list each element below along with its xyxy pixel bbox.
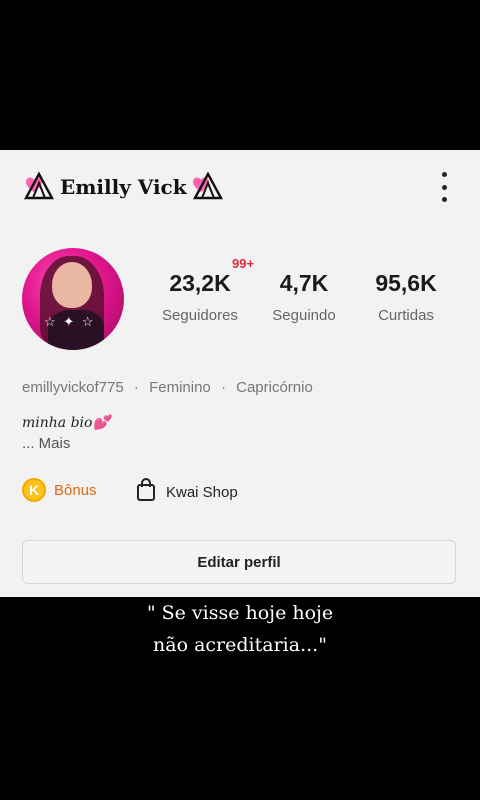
caption-line: " Se visse hoje hoje bbox=[146, 602, 334, 624]
shopping-bag-icon bbox=[136, 478, 156, 507]
edit-profile-button[interactable]: Editar perfil bbox=[22, 540, 456, 584]
meta-separator: · bbox=[133, 379, 139, 396]
kwai-shop-button[interactable]: Kwai Shop bbox=[136, 478, 238, 507]
stat-followers[interactable]: 23,2K Seguidores bbox=[155, 270, 245, 324]
caption-line: não acreditaria..." bbox=[153, 634, 327, 656]
more-options-icon[interactable] bbox=[438, 172, 450, 202]
stat-label: Curtidas bbox=[378, 307, 434, 324]
profile-sign: Capricórnio bbox=[236, 379, 313, 396]
bonus-button[interactable]: K Bônus bbox=[22, 478, 97, 502]
profile-display-name: Emilly Vick bbox=[60, 175, 187, 199]
profile-meta: emillyvickof775 · Feminino · Capricórnio bbox=[22, 379, 313, 396]
bio-more-link[interactable]: ... Mais bbox=[22, 435, 70, 452]
stat-label: Seguindo bbox=[272, 307, 336, 324]
profile-header: Emilly Vick bbox=[22, 168, 225, 206]
profile-gender: Feminino bbox=[149, 379, 211, 396]
prism-heart-icon bbox=[22, 170, 56, 204]
stat-following[interactable]: 4,7K Seguindo bbox=[262, 270, 346, 324]
bonus-label: Bônus bbox=[54, 481, 97, 499]
stat-label: Seguidores bbox=[162, 307, 238, 324]
prism-heart-icon bbox=[191, 170, 225, 204]
avatar[interactable]: ☆ ✦ ☆ bbox=[22, 248, 124, 350]
kwai-shop-label: Kwai Shop bbox=[166, 484, 238, 501]
kwai-coin-icon: K bbox=[22, 478, 46, 502]
profile-bio: minha bio💕 bbox=[22, 415, 110, 431]
meta-separator: · bbox=[220, 379, 226, 396]
profile-panel: Emilly Vick ☆ ✦ ☆ 99+ 23,2K Seguidores 4… bbox=[0, 150, 480, 597]
stat-value: 4,7K bbox=[279, 270, 329, 296]
stat-value: 23,2K bbox=[169, 270, 231, 296]
stat-value: 95,6K bbox=[375, 270, 437, 296]
profile-handle: emillyvickof775 bbox=[22, 379, 124, 396]
sparkle-icon: ☆ ✦ ☆ bbox=[44, 314, 96, 329]
video-caption: " Se visse hoje hoje não acreditaria..." bbox=[0, 597, 480, 661]
notification-badge[interactable]: 99+ bbox=[232, 256, 254, 271]
stat-likes[interactable]: 95,6K Curtidas bbox=[362, 270, 450, 324]
